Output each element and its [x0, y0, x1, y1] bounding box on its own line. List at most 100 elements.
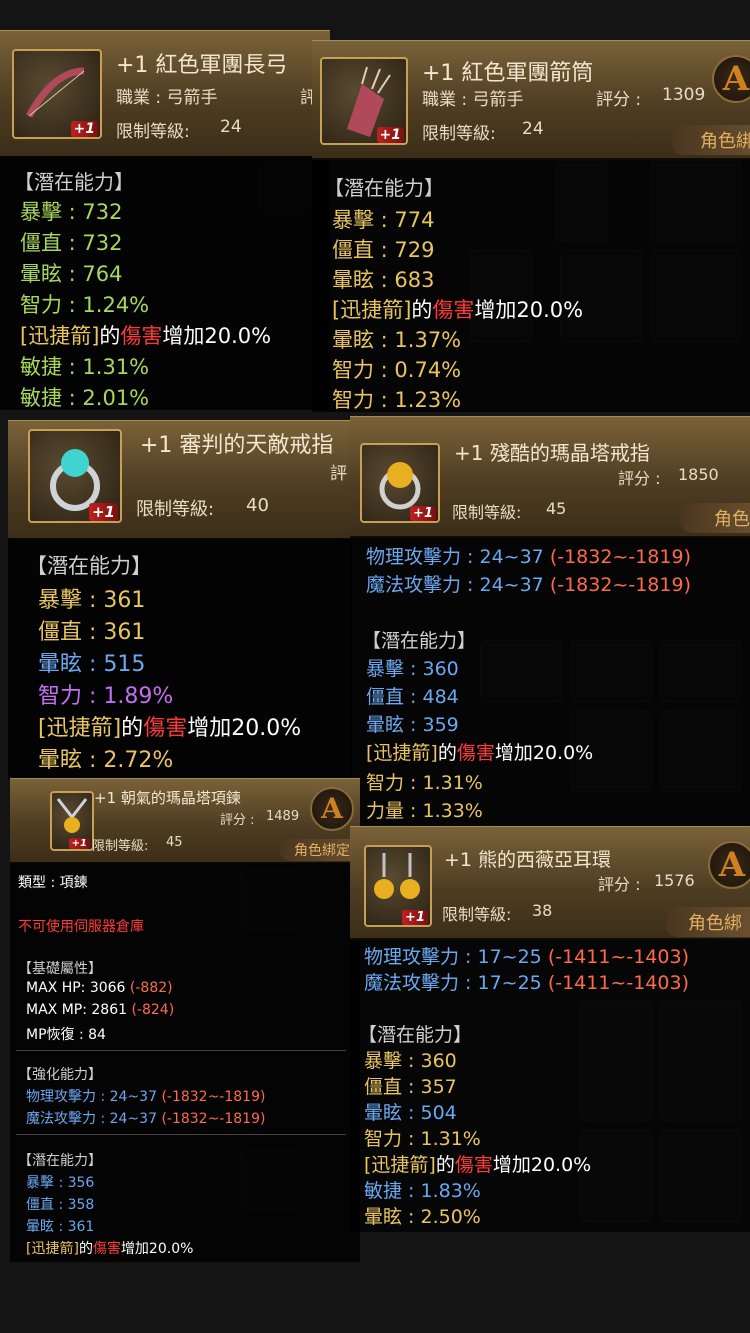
score-value: 1576: [654, 871, 695, 890]
stat-line: 僵直 : 484: [366, 686, 459, 708]
plus-badge: +1: [88, 503, 118, 521]
stat-line: 暈眩 : 515: [38, 652, 146, 677]
level-label: 限制等級:: [422, 124, 496, 144]
item-tooltip-brutal-ring: +1 +1 殘酷的瑪晶塔戒指 評分 : 1850 限制等級: 45 角色 物理攻…: [350, 416, 750, 826]
tooltip-header: +1 +1 紅色軍團長弓 職業 : 弓箭手 評 限制等級: 24: [0, 30, 330, 158]
plus-badge: +1: [70, 121, 98, 137]
item-tooltip-judgment-ring: +1 +1 審判的天敵戒指 評 限制等級: 40 【潛在能力】 暴擊 : 361…: [8, 420, 352, 780]
stat-line: 智力 : 1.31%: [364, 1128, 481, 1150]
stat-line: 智力 : 1.23%: [332, 388, 462, 412]
magic-attack-line: 魔法攻擊力 : 24~37 (-1832~-1819): [366, 574, 691, 596]
magic-attack-line: 魔法攻擊力 : 17~25 (-1411~-1403): [364, 972, 689, 994]
item-tooltip-quiver: +1 +1 紅色軍團箭筒 職業 : 弓箭手 評分 : 1309 限制等級: 24…: [312, 40, 750, 412]
potential-header: 【潛在能力】: [14, 170, 134, 194]
score-value: 1850: [678, 465, 719, 484]
item-name: +1 殘酷的瑪晶塔戒指: [454, 441, 650, 465]
stat-line: 暈眩 : 361: [26, 1219, 95, 1235]
item-name: +1 朝氣的瑪晶塔項鍊: [94, 789, 241, 807]
stat-line: 暈眩 : 1.37%: [332, 328, 462, 352]
magic-attack-line: 魔法攻擊力 : 24~37 (-1832~-1819): [26, 1111, 266, 1127]
tooltip-body: 類型 : 項鍊 不可使用伺服器倉庫 【基礎屬性】 MAX HP: 3066 (-…: [10, 862, 360, 1262]
skill-line: [迅捷箭]的傷害增加20.0%: [20, 324, 272, 348]
necklace-icon: +1: [50, 791, 94, 851]
grade-badge: A: [310, 787, 354, 831]
stat-line: 暴擊 : 360: [366, 658, 459, 680]
bind-tag: 角色綁: [672, 125, 750, 155]
skill-line: [迅捷箭]的傷害增加20.0%: [38, 716, 302, 741]
skill-line: [迅捷箭]的傷害增加20.0%: [26, 1241, 194, 1257]
mp-recovery-line: MP恢復 : 84: [26, 1027, 106, 1043]
warning-text: 不可使用伺服器倉庫: [18, 919, 144, 935]
level-value: 38: [532, 901, 553, 920]
type-line: 類型 : 項鍊: [18, 875, 88, 891]
divider: [16, 1134, 346, 1135]
stat-line: 暈眩 : 2.50%: [364, 1206, 481, 1228]
bow-icon: +1: [12, 49, 102, 139]
level-label: 限制等級:: [452, 503, 522, 522]
potential-header: 【潛在能力】: [324, 176, 444, 200]
ring-icon: +1: [28, 429, 122, 523]
stat-line: 智力 : 1.31%: [366, 772, 483, 794]
level-value: 45: [166, 835, 183, 850]
job-label: 職業 : 弓箭手: [116, 88, 218, 108]
stat-line: 暴擊 : 360: [364, 1050, 457, 1072]
potential-header: 【潛在能力】: [362, 630, 477, 652]
enhance-header: 【強化能力】: [18, 1067, 102, 1083]
item-name: +1 紅色軍團長弓: [116, 53, 288, 78]
tooltip-body: 物理攻擊力 : 17~25 (-1411~-1403) 魔法攻擊力 : 17~2…: [350, 938, 750, 1232]
stat-line: 僵直 : 729: [332, 238, 435, 262]
stat-line: 暈眩 : 764: [20, 262, 123, 286]
score-label: 評分 :: [220, 813, 255, 828]
max-mp-line: MAX MP: 2861 (-824): [26, 1002, 175, 1018]
stat-line: 敏捷 : 2.01%: [20, 386, 150, 410]
plus-badge: +1: [410, 506, 436, 521]
base-header: 【基礎屬性】: [18, 961, 102, 977]
stat-line: 暴擊 : 356: [26, 1175, 95, 1191]
tooltip-header: +1 +1 紅色軍團箭筒 職業 : 弓箭手 評分 : 1309 限制等級: 24…: [312, 40, 750, 160]
tooltip-body: 【潛在能力】 暴擊 : 774 僵直 : 729 暈眩 : 683 [迅捷箭]的…: [312, 158, 750, 412]
physical-attack-line: 物理攻擊力 : 17~25 (-1411~-1403): [364, 946, 689, 968]
stat-line: 力量 : 1.33%: [366, 800, 483, 822]
item-name: +1 審判的天敵戒指: [140, 433, 334, 458]
stat-line: 暈眩 : 359: [366, 714, 459, 736]
tooltip-header: +1 +1 熊的西薇亞耳環 評分 : 1576 限制等級: 38 角色綁 A: [350, 826, 750, 940]
stat-line: 敏捷 : 1.31%: [20, 355, 150, 379]
level-label: 限制等級:: [92, 839, 149, 854]
job-label: 職業 : 弓箭手: [422, 90, 524, 110]
skill-line: [迅捷箭]的傷害增加20.0%: [364, 1154, 592, 1176]
stat-line: 智力 : 0.74%: [332, 358, 462, 382]
score-label: 評: [330, 464, 347, 484]
score-value: 1309: [662, 85, 706, 105]
item-tooltip-necklace: +1 +1 朝氣的瑪晶塔項鍊 評分 : 1489 限制等級: 45 角色綁定 A…: [10, 778, 360, 1262]
stat-line: 暈眩 : 2.72%: [38, 748, 174, 773]
tooltip-header: +1 +1 朝氣的瑪晶塔項鍊 評分 : 1489 限制等級: 45 角色綁定 A: [10, 778, 360, 864]
tooltip-header: +1 +1 審判的天敵戒指 評 限制等級: 40: [8, 420, 352, 540]
stat-line: 敏捷 : 1.83%: [364, 1180, 481, 1202]
physical-attack-line: 物理攻擊力 : 24~37 (-1832~-1819): [366, 546, 691, 568]
score-label: 評分 :: [596, 90, 642, 110]
stat-line: 僵直 : 357: [364, 1076, 457, 1098]
ring-icon: +1: [360, 443, 440, 523]
item-name: +1 熊的西薇亞耳環: [444, 849, 612, 871]
max-hp-line: MAX HP: 3066 (-882): [26, 980, 173, 996]
potential-header: 【潛在能力】: [358, 1024, 473, 1046]
tooltip-body: 【潛在能力】 暴擊 : 361 僵直 : 361 暈眩 : 515 智力 : 1…: [8, 538, 352, 780]
stat-line: 僵直 : 358: [26, 1197, 95, 1213]
divider: [16, 1050, 346, 1051]
tooltip-body: 【潛在能力】 暴擊 : 732 僵直 : 732 暈眩 : 764 智力 : 1…: [0, 156, 330, 410]
plus-badge: +1: [376, 127, 404, 143]
level-label: 限制等級:: [116, 122, 190, 142]
physical-attack-line: 物理攻擊力 : 24~37 (-1832~-1819): [26, 1089, 266, 1105]
bind-tag: 角色: [680, 503, 750, 533]
level-value: 45: [546, 499, 567, 518]
level-label: 限制等級:: [442, 905, 512, 924]
stat-line: 暈眩 : 504: [364, 1102, 457, 1124]
earring-icon: +1: [364, 845, 432, 927]
skill-line: [迅捷箭]的傷害增加20.0%: [332, 298, 584, 322]
stat-line: 僵直 : 732: [20, 231, 123, 255]
level-label: 限制等級:: [136, 499, 215, 520]
plus-badge: +1: [68, 838, 90, 849]
bind-tag: 角色綁: [666, 907, 750, 937]
item-name: +1 紅色軍團箭筒: [422, 61, 594, 86]
level-value: 40: [246, 495, 269, 516]
